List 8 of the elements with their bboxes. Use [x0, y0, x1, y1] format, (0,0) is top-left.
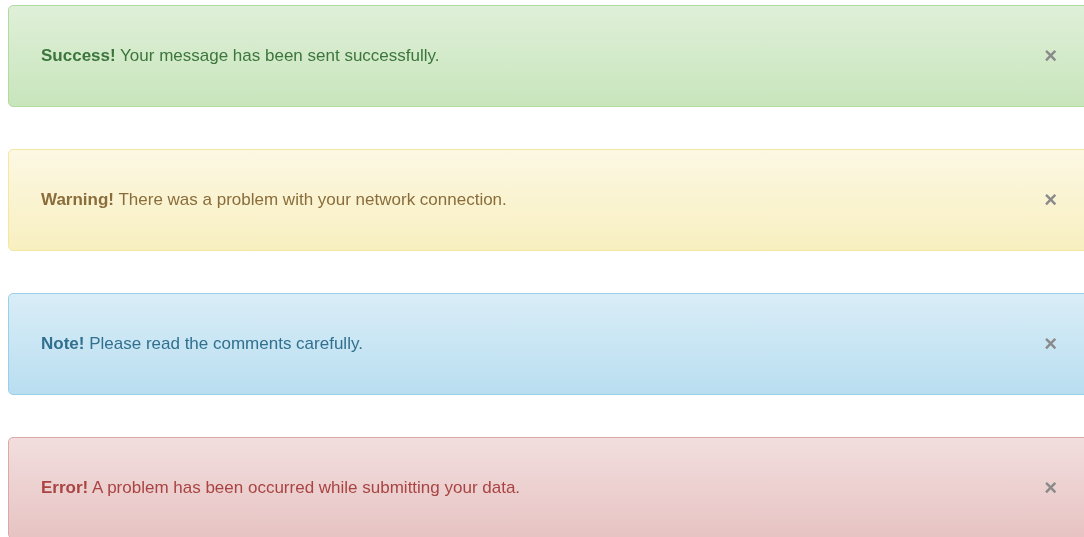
alert-message: Warning! There was a problem with your network connection.	[41, 189, 507, 212]
alert-message: Note! Please read the comments carefully.	[41, 333, 363, 356]
alert-message: Success! Your message has been sent successfully.	[41, 45, 440, 68]
close-button[interactable]: ×	[1044, 333, 1057, 355]
alert-message: Error! A problem has been occurred while submitting your data.	[41, 477, 521, 500]
close-button[interactable]: ×	[1044, 45, 1057, 67]
close-button[interactable]: ×	[1044, 189, 1057, 211]
close-button[interactable]: ×	[1044, 477, 1057, 499]
